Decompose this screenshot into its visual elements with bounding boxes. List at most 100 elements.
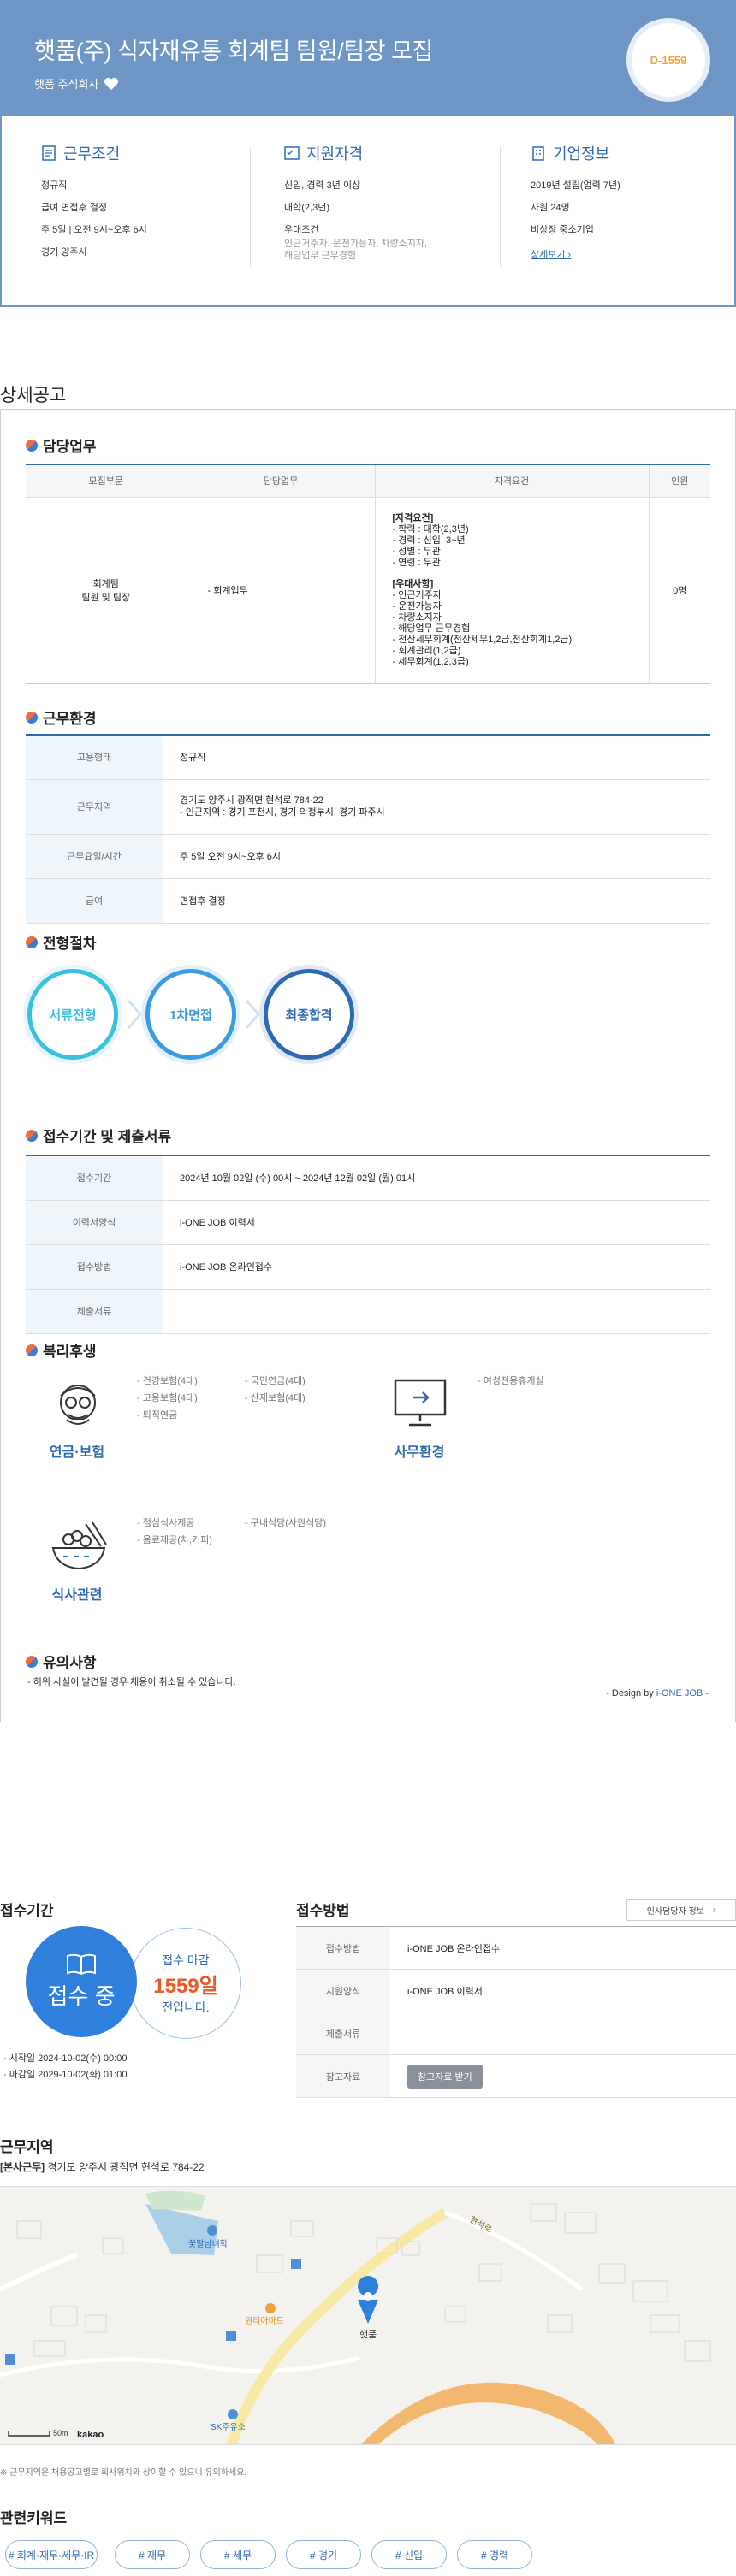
company-line: 햇품 주식회사 — [34, 75, 119, 92]
notice-heading: 유의사항 — [26, 1651, 97, 1672]
welfare-meal-list: - 점심식사제공 - 음료제공(차,커피) — [137, 1518, 212, 1545]
keyword-tag[interactable]: # 세무 — [200, 2540, 276, 2569]
location-address: [본사근무] 경기도 양주시 광적면 현석로 784-22 — [0, 2161, 205, 2173]
table-row: 고용형태 정규직 — [26, 735, 710, 780]
company-detail-link[interactable]: 상세보기 › — [531, 250, 571, 260]
chevron-right-icon — [245, 1000, 260, 1029]
checklist-icon — [284, 146, 300, 160]
bus-stop-marker — [226, 2331, 236, 2341]
summary-conditions: 근무조건 정규직 급여 면접후 결정 주 5일 | 오전 9시~오후 6시 경기… — [41, 142, 255, 269]
summary-company: 기업정보 2019년 설립(업력 7년) 사원 24명 비상장 중소기업 상세보… — [531, 142, 736, 262]
period-heading: 접수기간 및 제출서류 — [26, 1125, 171, 1146]
map-label-mart: 원티아마트 — [245, 2316, 284, 2326]
bullet-icon — [26, 1129, 38, 1142]
bullet-icon — [26, 936, 38, 948]
welfare-office-list: - 여성전용휴게실 — [478, 1376, 544, 1386]
apply-status-bubble: 접수 중 — [26, 1926, 137, 2037]
headcount-cell: 0명 — [649, 497, 710, 684]
company-name[interactable]: 햇품 주식회사 — [34, 75, 98, 92]
bus-stop-marker — [291, 2259, 301, 2269]
keyword-tag[interactable]: # 재무 — [115, 2540, 190, 2569]
divider — [250, 147, 251, 267]
school-marker — [207, 2225, 217, 2236]
dday-badge: D-1559 — [632, 23, 705, 97]
table-row: 제출서류 — [26, 1289, 710, 1334]
welfare-office-label: 사무환경 — [394, 1445, 445, 1460]
apply-start: · 시작일 2024-10-02(수) 00:00 — [3, 2053, 128, 2064]
duty-cell: - 회계업무 — [187, 497, 376, 684]
apply-end: · 마감일 2029-10-02(화) 01:00 — [3, 2070, 128, 2080]
recruit-part: 회계팀 팀원 및 팀장 — [26, 497, 187, 684]
welfare-heading: 복리후생 — [26, 1339, 97, 1361]
table-row: 근무요일/시간 주 5일 오전 9시~오후 6시 — [26, 834, 710, 879]
welfare-meal-label: 식사관련 — [51, 1588, 103, 1603]
process-step-2: 1차면접 — [145, 969, 236, 1060]
bullet-icon — [26, 439, 38, 452]
pension-insurance-icon — [60, 1385, 96, 1425]
table-row: 접수기간 2024년 10월 02일 (수) 00시 ~ 2024년 12월 02… — [26, 1155, 710, 1201]
building-icon — [532, 146, 544, 161]
hr-info-button[interactable]: 인사담당자 정보 › — [626, 1899, 736, 1921]
welfare-meal-list-2: - 구내식당(사원식당) — [245, 1518, 327, 1528]
map-canvas[interactable]: 꽃말남녀학 원티아마트 SK주유소 현석로 햇품 50m kakao — [0, 2187, 736, 2445]
conditions-heading: 근무조건 — [41, 142, 255, 164]
map-brand-logo: kakao — [77, 2430, 104, 2440]
map-label-pin: 햇품 — [359, 2329, 377, 2340]
table-row: 접수방법 i-ONE JOB 온라인접수 — [26, 1244, 710, 1290]
bus-stop-marker — [5, 2354, 15, 2365]
apply-method-table: 접수방법 i-ONE JOB 온라인접수 지원양식 i-ONE JOB 이력서 제출… — [296, 1926, 736, 2098]
table-row: 이력서양식 i-ONE JOB 이력서 — [26, 1200, 710, 1245]
environment-heading: 근무환경 — [26, 706, 97, 728]
map-label-school: 꽃말남녀학 — [188, 2239, 228, 2249]
requirements-cell: [자격요건] - 학력 : 대학(2,3년) - 경력 : 신입, 3~년 - … — [375, 497, 650, 684]
open-book-icon — [67, 1953, 96, 1975]
download-reference-button[interactable]: 참고자료 받기 — [407, 2064, 483, 2089]
location-note: ※ 근무지역은 채용공고별로 회사위치와 상이할 수 있으니 유의하세요. — [0, 2468, 247, 2478]
gas-station-marker — [228, 2409, 238, 2419]
summary-qualification: 지원자격 신입, 경력 3년 이상 대학(2,3년) 우대조건 인근거주자, 운… — [284, 142, 498, 272]
rice-bowl-icon — [51, 1521, 107, 1570]
welfare-insurance-label: 연금·보험 — [49, 1445, 105, 1460]
keyword-tag[interactable]: # 경기 — [286, 2540, 361, 2569]
job-summary: 근무조건 정규직 급여 면접후 결정 주 5일 | 오전 9시~오후 6시 경기… — [0, 116, 736, 307]
job-title: 햇품(주) 식자재유통 회계팀 팀원/팀장 모집 — [34, 38, 433, 64]
bullet-icon — [26, 1344, 38, 1356]
bullet-icon — [26, 711, 38, 724]
bullet-icon — [26, 1655, 38, 1668]
table-row: 접수방법 i-ONE JOB 온라인접수 — [296, 1926, 736, 1970]
table-row: 참고자료 참고자료 받기 — [296, 2054, 736, 2098]
map-scale-label: 50m — [53, 2429, 68, 2437]
welfare-insurance-list: - 건강보험(4대) - 고용보험(4대) - 퇴직연금 — [137, 1376, 198, 1421]
location-title: 근무지역 — [0, 2139, 54, 2155]
divider — [500, 147, 501, 267]
process-step-3: 최종합격 — [264, 969, 354, 1060]
keyword-tag[interactable]: # 신입 — [371, 2540, 447, 2569]
chevron-right-icon: › — [712, 1905, 716, 1915]
document-icon — [42, 145, 56, 161]
table-row: 회계팀 팀원 및 팀장 - 회계업무 [자격요건] - 학력 : 대학(2,3년… — [26, 497, 710, 684]
heart-icon[interactable] — [104, 77, 119, 91]
period-table: 접수기간 2024년 10월 02일 (수) 00시 ~ 2024년 12월 02… — [26, 1155, 710, 1334]
mart-marker — [265, 2303, 276, 2313]
keyword-tag[interactable]: # 회계·재무·세무·IR — [5, 2540, 98, 2569]
design-credit: - Design by i-ONE JOB - — [606, 1688, 709, 1699]
keyword-tag[interactable]: # 경력 — [457, 2540, 532, 2569]
table-row: 근무지역 경기도 양주시 광적면 현석로 784-22- 인근지역 : 경기 포천… — [26, 779, 710, 835]
qualification-heading: 지원자격 — [284, 142, 498, 164]
company-heading: 기업정보 — [531, 142, 736, 164]
notice-text: - 허위 사실이 발견될 경우 채용이 취소될 수 있습니다. — [27, 1677, 236, 1687]
monitor-icon — [394, 1379, 447, 1427]
apply-method-title: 접수방법 — [296, 1903, 350, 1919]
location-map[interactable]: 꽃말남녀학 원티아마트 SK주유소 현석로 햇품 50m kakao — [0, 2186, 736, 2445]
chevron-right-icon — [127, 1000, 142, 1029]
duty-table: 모집부문 담당업무 자격요건 인원 회계팀 팀원 및 팀장 - 회계업무 [자격… — [26, 464, 710, 684]
table-header-row: 모집부문 담당업무 자격요건 인원 — [26, 464, 710, 498]
table-row: 급여 면접후 결정 — [26, 878, 710, 924]
detail-section-title: 상세공고 — [0, 386, 67, 405]
table-row: 지원양식 i-ONE JOB 이력서 — [296, 1969, 736, 2012]
deadline-bubble: 접수 마감 1559일 전입니다. — [130, 1928, 241, 2039]
welfare-insurance-list-2: - 국민연금(4대) - 산재보험(4대) — [245, 1376, 306, 1403]
apply-period-title: 접수기간 — [0, 1903, 54, 1919]
environment-table: 고용형태 정규직 근무지역 경기도 양주시 광적면 현석로 784-22- 인근지역… — [26, 734, 710, 924]
map-label-station: SK주유소 — [211, 2422, 246, 2432]
